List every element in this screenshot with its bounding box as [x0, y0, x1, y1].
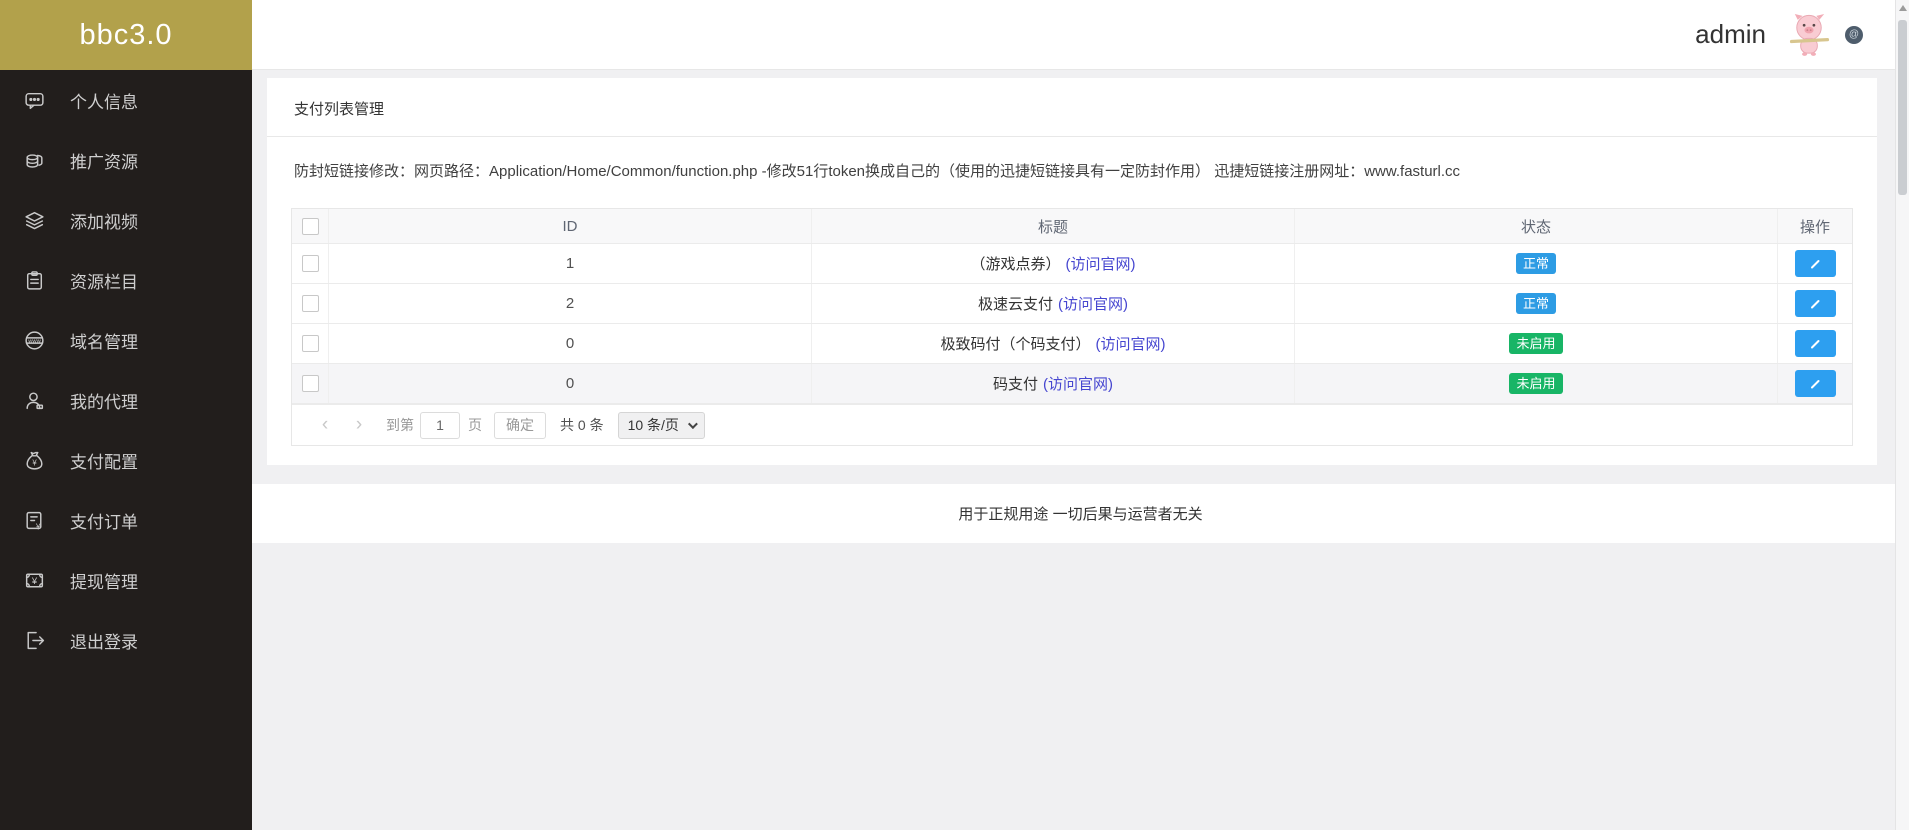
- status-badge: 正常: [1515, 292, 1556, 315]
- layers-icon: [22, 208, 46, 232]
- sidebar-item-label: 个人信息: [70, 92, 138, 112]
- username-label: admin: [1695, 19, 1766, 49]
- goto-page-label: 到第: [386, 417, 414, 433]
- column-header-status: 状态: [1295, 209, 1778, 243]
- table-row: 1 （游戏点券） (访问官网) 正常: [292, 244, 1852, 284]
- official-site-link[interactable]: (访问官网): [1058, 293, 1128, 314]
- official-site-link[interactable]: (访问官网): [1066, 253, 1136, 274]
- edit-button[interactable]: [1794, 250, 1836, 277]
- sidebar-item-label: 我的代理: [70, 392, 138, 412]
- coins-icon: [22, 148, 46, 172]
- official-site-link[interactable]: (访问官网): [1096, 333, 1166, 354]
- sidebar-item-my-agents[interactable]: 我的代理: [0, 370, 252, 430]
- pagination-bar: ‹ › 到第 页 确定 共 0 条 10 条/页: [292, 404, 1852, 445]
- official-site-link[interactable]: (访问官网): [1043, 373, 1113, 394]
- row-checkbox[interactable]: [301, 295, 319, 312]
- payment-title: 极速云支付: [977, 296, 1053, 313]
- edit-button[interactable]: [1794, 290, 1836, 317]
- column-header-action: 操作: [1799, 218, 1830, 236]
- payment-table: ID 标题 状态 操作 1 （游戏点券） (访问官网) 正常 2 极速云支付 (访问…: [291, 208, 1853, 446]
- clipboard-icon: [22, 268, 46, 292]
- comment-icon[interactable]: @: [1845, 25, 1863, 44]
- chevron-down-icon: [687, 418, 698, 429]
- sidebar-item-add-video[interactable]: 添加视频: [0, 190, 252, 250]
- status-badge: 正常: [1515, 252, 1556, 275]
- row-checkbox[interactable]: [301, 375, 319, 392]
- payment-list-panel: 支付列表管理 防封短链接修改：网页路径：Application/Home/Com…: [267, 78, 1877, 465]
- status-badge: 未启用: [1509, 332, 1563, 355]
- chat-icon: [22, 88, 46, 112]
- page-number-input[interactable]: [420, 411, 460, 439]
- sidebar-item-label: 推广资源: [70, 152, 138, 172]
- status-badge: 未启用: [1509, 372, 1563, 395]
- cell-title: 码支付 (访问官网): [812, 364, 1295, 403]
- sidebar-item-profile[interactable]: 个人信息: [0, 70, 252, 130]
- page-size-value: 10 条/页: [627, 417, 679, 433]
- pig-avatar[interactable]: [1786, 11, 1833, 58]
- sidebar: bbc3.0 个人信息 推广资源 添加视频 资源栏目 www 域名管理 我的代理…: [0, 0, 252, 830]
- main-area: admin @ 支付列表管理 防封短链接修改：网页路径：Application/…: [252, 0, 1909, 830]
- sidebar-item-label: 退出登录: [70, 632, 138, 652]
- logout-icon: [22, 628, 46, 652]
- scroll-up-arrow-icon[interactable]: [1898, 5, 1907, 11]
- column-header-id: ID: [329, 209, 812, 243]
- cell-id: 1: [329, 244, 812, 283]
- sidebar-item-label: 支付订单: [70, 512, 138, 532]
- svg-text:www: www: [27, 338, 41, 344]
- edit-button[interactable]: [1794, 370, 1836, 397]
- cell-title: （游戏点券） (访问官网): [812, 244, 1295, 283]
- sidebar-item-label: 支付配置: [70, 452, 138, 472]
- table-row: 2 极速云支付 (访问官网) 正常: [292, 284, 1852, 324]
- row-checkbox[interactable]: [301, 335, 319, 352]
- app-logo: bbc3.0: [0, 0, 252, 70]
- page-size-select[interactable]: 10 条/页: [617, 411, 705, 439]
- cell-id: 0: [329, 364, 812, 403]
- sidebar-item-domain[interactable]: www 域名管理: [0, 310, 252, 370]
- sidebar-item-payment-config[interactable]: ¥ 支付配置: [0, 430, 252, 490]
- sidebar-item-resource-category[interactable]: 资源栏目: [0, 250, 252, 310]
- money-bag-icon: ¥: [22, 448, 46, 472]
- scrollbar-thumb[interactable]: [1898, 20, 1907, 195]
- cell-id: 2: [329, 284, 812, 323]
- cell-id: 0: [329, 324, 812, 363]
- sidebar-item-label: 添加视频: [70, 212, 138, 232]
- globe-www-icon: www: [22, 328, 46, 352]
- footer-disclaimer: 用于正规用途 一切后果与运营者无关: [252, 484, 1909, 543]
- page-title: 支付列表管理: [267, 78, 1877, 137]
- cell-title: 极速云支付 (访问官网): [812, 284, 1295, 323]
- sidebar-item-label: 资源栏目: [70, 272, 138, 292]
- edit-button[interactable]: [1794, 330, 1836, 357]
- svg-text:¥: ¥: [34, 521, 40, 531]
- payment-title: （游戏点券）: [970, 256, 1061, 273]
- cell-title: 极致码付（个码支付） (访问官网): [812, 324, 1295, 363]
- topbar: admin @: [252, 0, 1909, 70]
- svg-text:¥: ¥: [32, 458, 37, 467]
- sidebar-item-label: 提现管理: [70, 572, 138, 592]
- banknote-icon: ¥: [22, 568, 46, 592]
- vertical-scrollbar[interactable]: [1895, 0, 1909, 830]
- sidebar-item-withdrawal[interactable]: ¥ 提现管理: [0, 550, 252, 610]
- table-row: 0 极致码付（个码支付） (访问官网) 未启用: [292, 324, 1852, 364]
- user-icon: [22, 388, 46, 412]
- prev-page-button[interactable]: ‹: [308, 414, 342, 436]
- total-count-label: 共 0 条: [560, 417, 604, 433]
- page-unit-label: 页: [468, 417, 482, 433]
- payment-title: 极致码付（个码支付）: [940, 336, 1091, 353]
- sidebar-item-payment-orders[interactable]: ¥ 支付订单: [0, 490, 252, 550]
- notice-text: 防封短链接修改：网页路径：Application/Home/Common/fun…: [294, 163, 1461, 180]
- table-row: 0 码支付 (访问官网) 未启用: [292, 364, 1852, 404]
- confirm-page-button[interactable]: 确定: [494, 411, 546, 439]
- payment-title: 码支付: [992, 376, 1038, 393]
- sidebar-item-logout[interactable]: 退出登录: [0, 610, 252, 670]
- column-header-title: 标题: [812, 209, 1295, 243]
- table-header-row: ID 标题 状态 操作: [292, 209, 1852, 244]
- sidebar-item-label: 域名管理: [70, 332, 138, 352]
- sidebar-item-promotion[interactable]: 推广资源: [0, 130, 252, 190]
- select-all-checkbox[interactable]: [301, 217, 319, 235]
- row-checkbox[interactable]: [301, 255, 319, 272]
- receipt-icon: ¥: [22, 508, 46, 532]
- next-page-button[interactable]: ›: [342, 414, 376, 436]
- svg-text:¥: ¥: [30, 575, 37, 586]
